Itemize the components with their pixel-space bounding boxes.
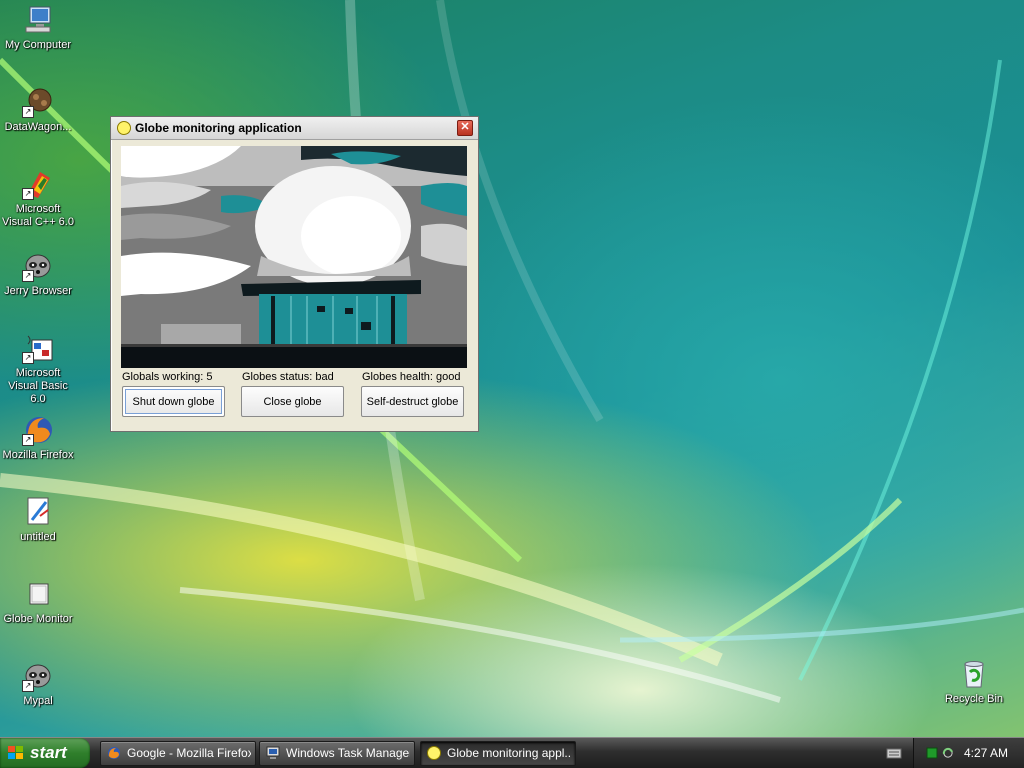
window-title: Globe monitoring application bbox=[135, 121, 302, 135]
desktop-icon-jerry-browser[interactable]: ↗ Jerry Browser bbox=[0, 250, 76, 298]
desktop-icon-label: Recycle Bin bbox=[944, 693, 1004, 705]
close-button[interactable]: ✕ bbox=[457, 120, 473, 136]
yellow-circle-icon bbox=[117, 121, 131, 135]
computer-icon bbox=[22, 4, 54, 36]
globe-monitoring-window: Globe monitoring application ✕ Globals w… bbox=[110, 116, 479, 432]
taskbar-item-task-manager[interactable]: Windows Task Manager bbox=[259, 741, 415, 766]
folder-icon bbox=[22, 578, 54, 610]
radar-dome-image bbox=[121, 146, 467, 368]
desktop-icon-my-computer[interactable]: My Computer bbox=[0, 4, 76, 52]
desktop-icon-label: Mypal bbox=[23, 695, 53, 707]
close-globe-button[interactable]: Close globe bbox=[241, 386, 344, 417]
start-label: start bbox=[30, 743, 67, 762]
windows-logo-icon bbox=[8, 746, 24, 760]
desktop-icon-label: My Computer bbox=[4, 39, 72, 51]
desktop-icon-datawagon[interactable]: ↗ DataWagon... bbox=[0, 86, 76, 134]
sync-arrows-icon[interactable] bbox=[942, 747, 954, 759]
desktop-icon-untitled[interactable]: untitled bbox=[0, 496, 76, 544]
desktop-icon-mypal[interactable]: ↗ Mypal bbox=[0, 660, 76, 708]
desktop-icon-visual-cpp[interactable]: ↗ Microsoft Visual C++ 6.0 bbox=[0, 168, 76, 229]
raccoon-shortcut-icon: ↗ bbox=[22, 250, 54, 282]
firefox-shortcut-icon: ↗ bbox=[22, 414, 54, 446]
desktop-icon-label: untitled bbox=[20, 531, 56, 543]
taskbar-item-label: Google - Mozilla Firefox bbox=[127, 746, 251, 760]
title-bar[interactable]: Globe monitoring application ✕ bbox=[111, 117, 478, 140]
firefox-icon bbox=[108, 747, 120, 759]
desktop-icon-visual-basic[interactable]: ↗ Microsoft Visual Basic 6.0 bbox=[0, 332, 76, 406]
shortcut-arrow-icon: ↗ bbox=[22, 188, 34, 200]
shut-down-globe-button[interactable]: Shut down globe bbox=[122, 386, 225, 417]
self-destruct-globe-button[interactable]: Self-destruct globe bbox=[361, 386, 464, 417]
task-manager-icon bbox=[266, 746, 280, 759]
desktop-icon-label: Mozilla Firefox bbox=[2, 449, 74, 461]
taskbar-item-firefox[interactable]: Google - Mozilla Firefox bbox=[100, 741, 256, 766]
visual-cpp-shortcut-icon: ↗ bbox=[22, 168, 54, 200]
clock[interactable]: 4:27 AM bbox=[964, 746, 1008, 760]
keyboard-icon[interactable] bbox=[886, 747, 902, 759]
desktop-icon-label: DataWagon... bbox=[4, 121, 72, 133]
desktop-icon-firefox[interactable]: ↗ Mozilla Firefox bbox=[0, 414, 76, 462]
status-row: Globals working: 5 Globes status: bad Gl… bbox=[122, 371, 472, 385]
desktop-icon-globe-monitor[interactable]: Globe Monitor bbox=[0, 578, 76, 626]
system-tray: 4:27 AM bbox=[913, 738, 1024, 768]
taskbar: start Google - Mozilla Firefox Windows T… bbox=[0, 737, 1024, 768]
visual-basic-shortcut-icon: ↗ bbox=[22, 332, 54, 364]
yellow-circle-icon bbox=[427, 746, 441, 760]
shortcut-arrow-icon: ↗ bbox=[22, 680, 34, 692]
network-status-icon[interactable] bbox=[926, 747, 938, 759]
desktop-icon-label: Microsoft Visual Basic 6.0 bbox=[8, 367, 68, 405]
taskbar-item-globe-monitoring[interactable]: Globe monitoring appl... bbox=[420, 741, 576, 766]
globes-status-label: Globes status: bad bbox=[242, 371, 334, 383]
datawagon-shortcut-icon: ↗ bbox=[22, 86, 54, 118]
shortcut-arrow-icon: ↗ bbox=[22, 434, 34, 446]
globes-working-label: Globals working: 5 bbox=[122, 371, 213, 383]
desktop-icon-label: Microsoft Visual C++ 6.0 bbox=[2, 203, 74, 228]
globes-health-label: Globes health: good bbox=[362, 371, 461, 383]
desktop-icon-recycle-bin[interactable]: Recycle Bin bbox=[936, 658, 1012, 706]
start-button[interactable]: start bbox=[0, 738, 90, 768]
desktop-icon-label: Jerry Browser bbox=[4, 285, 72, 297]
recycle-bin-icon bbox=[958, 658, 990, 690]
taskbar-item-label: Globe monitoring appl... bbox=[447, 746, 571, 760]
taskbar-item-label: Windows Task Manager bbox=[286, 746, 410, 760]
shortcut-arrow-icon: ↗ bbox=[22, 352, 34, 364]
raccoon-shortcut-icon: ↗ bbox=[22, 660, 54, 692]
desktop-icon-label: Globe Monitor bbox=[3, 613, 73, 625]
paint-document-icon bbox=[22, 496, 54, 528]
shortcut-arrow-icon: ↗ bbox=[22, 270, 34, 282]
shortcut-arrow-icon: ↗ bbox=[22, 106, 34, 118]
